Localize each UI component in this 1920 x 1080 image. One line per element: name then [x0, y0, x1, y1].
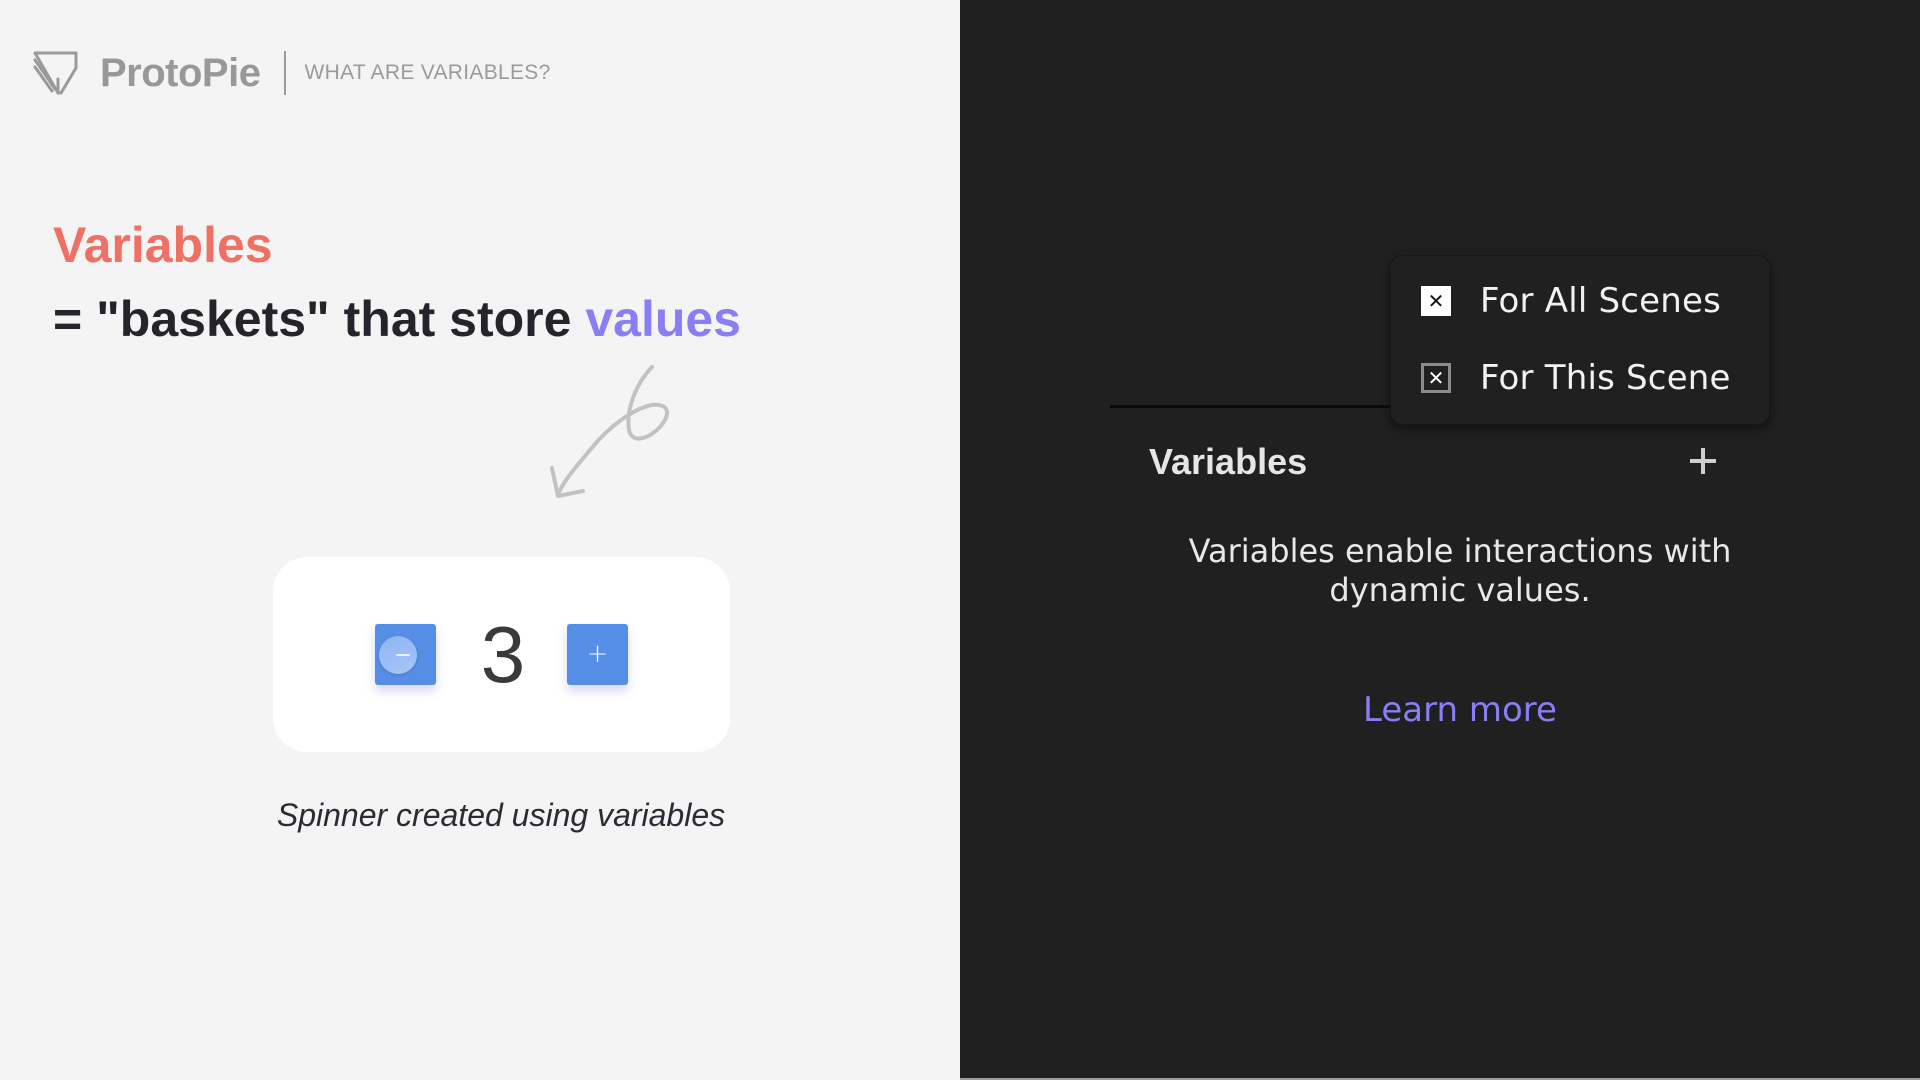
headline-subtitle: = "baskets" that store values [53, 289, 741, 349]
spinner-caption: Spinner created using variables [276, 797, 726, 833]
empty-state-description: Variables enable interactions with dynam… [1188, 532, 1732, 609]
plus-icon: + [586, 639, 609, 669]
protopie-logo-icon [33, 51, 78, 95]
menu-item-for-all-scenes[interactable]: ✕ For All Scenes [1391, 271, 1769, 331]
spinner-card: 3 + [273, 557, 730, 752]
minus-icon [379, 636, 417, 674]
menu-item-label: For This Scene [1480, 358, 1731, 398]
headline: Variables = "baskets" that store values [53, 215, 741, 349]
variables-section-title: Variables [1149, 441, 1308, 482]
variable-scope-menu: ✕ For All Scenes ✕ For This Scene [1391, 256, 1769, 424]
variables-panel: Variables Variables enable interactions … [960, 0, 1920, 1080]
brand-name: ProtoPie [100, 50, 261, 95]
add-variable-button[interactable] [1688, 446, 1718, 476]
increment-button[interactable]: + [567, 624, 628, 685]
hand-drawn-arrow-icon [550, 365, 669, 498]
brand-header: ProtoPie WHAT ARE VARIABLES? [32, 48, 551, 98]
decrement-button[interactable] [375, 624, 436, 685]
headline-subtitle-accent: values [585, 291, 741, 347]
headline-subtitle-prefix: = "baskets" that store [53, 291, 586, 347]
menu-item-for-this-scene[interactable]: ✕ For This Scene [1391, 348, 1769, 408]
headline-title: Variables [53, 217, 273, 273]
spinner-value: 3 [480, 610, 526, 699]
slide-panel: ProtoPie WHAT ARE VARIABLES? Variables =… [0, 0, 960, 1080]
close-box-outline-icon: ✕ [1421, 363, 1451, 393]
learn-more-link[interactable]: Learn more [1180, 690, 1740, 730]
slide-subtitle: WHAT ARE VARIABLES? [304, 61, 551, 84]
close-box-filled-icon: ✕ [1421, 286, 1451, 316]
menu-item-label: For All Scenes [1480, 281, 1722, 321]
brand-divider [284, 51, 287, 95]
